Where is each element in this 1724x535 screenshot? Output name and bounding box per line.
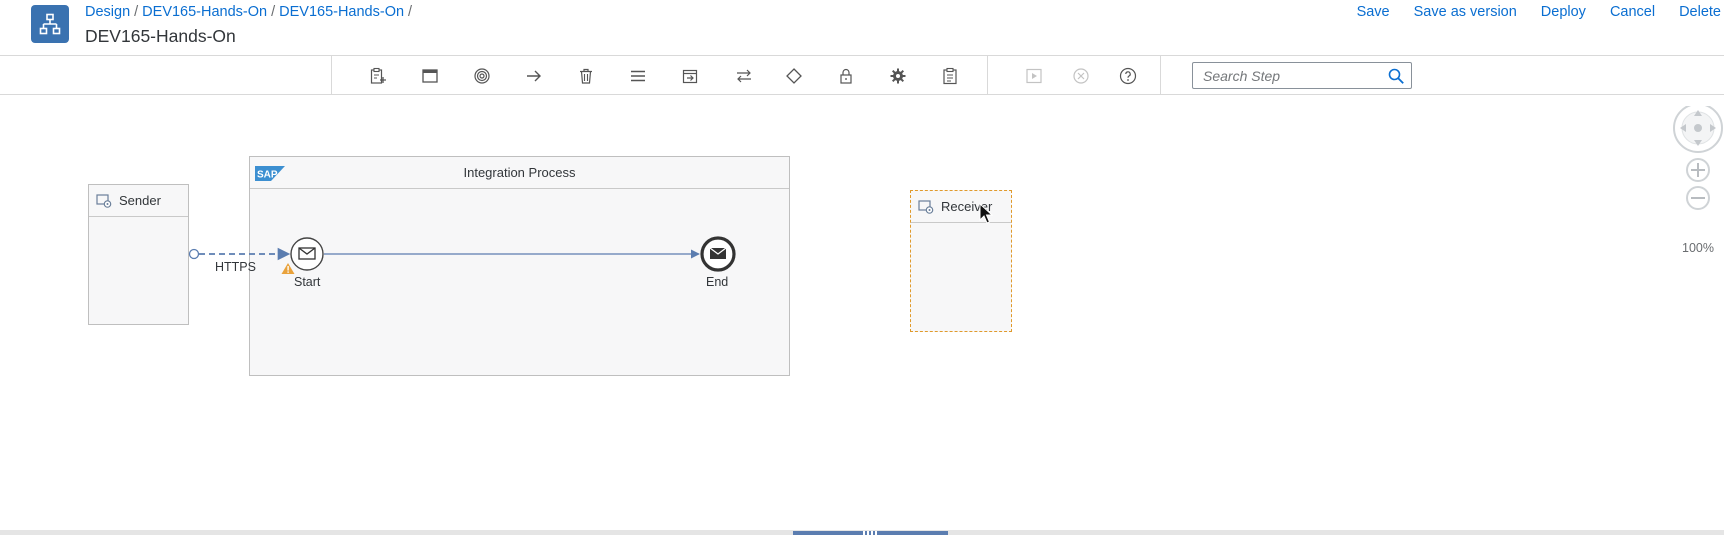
delete-button[interactable]: Delete <box>1679 4 1721 20</box>
palette-toolbar <box>0 56 1724 95</box>
search-step-field <box>1192 62 1412 89</box>
lock-icon[interactable] <box>835 65 857 87</box>
play-icon[interactable] <box>1023 65 1045 87</box>
end-event[interactable] <box>700 236 736 272</box>
https-label: HTTPS <box>215 260 256 274</box>
mouse-cursor-icon <box>979 202 994 224</box>
swap-icon[interactable] <box>733 65 755 87</box>
breadcrumb: Design / DEV165-Hands-On / DEV165-Hands-On / <box>85 4 416 20</box>
clipboard-icon[interactable] <box>939 65 961 87</box>
breadcrumb-link-package[interactable]: DEV165-Hands-On <box>142 4 267 20</box>
save-as-version-button[interactable]: Save as version <box>1414 4 1517 20</box>
breadcrumb-link-design[interactable]: Design <box>85 4 130 20</box>
page-header: Design / DEV165-Hands-On / DEV165-Hands-On / … <box>0 0 1724 56</box>
stop-icon[interactable] <box>1070 65 1092 87</box>
trash-icon[interactable] <box>575 65 597 87</box>
cancel-button[interactable]: Cancel <box>1610 4 1655 20</box>
help-icon[interactable] <box>1117 65 1139 87</box>
target-icon[interactable] <box>471 65 493 87</box>
zoom-in-icon[interactable] <box>1686 158 1710 182</box>
arrow-right-icon[interactable] <box>523 65 545 87</box>
model-canvas[interactable]: Sender SAP Integration Process Receiver <box>0 96 1724 530</box>
warning-icon[interactable] <box>281 263 295 274</box>
toolbar-divider <box>1160 56 1161 95</box>
splitter-grip-icon[interactable] <box>793 531 948 535</box>
header-actions: Save Save as version Deploy Cancel Delet… <box>1333 4 1724 20</box>
add-participant-icon[interactable] <box>367 65 389 87</box>
zoom-out-icon[interactable] <box>1686 186 1710 210</box>
search-step-input[interactable] <box>1193 63 1383 88</box>
envelope-filled-icon <box>709 247 727 259</box>
app-root: Design / DEV165-Hands-On / DEV165-Hands-On / … <box>0 0 1724 535</box>
gear-icon[interactable] <box>887 65 909 87</box>
https-message-flow[interactable] <box>188 247 291 261</box>
breadcrumb-separator: / <box>271 4 276 20</box>
save-button[interactable]: Save <box>1357 4 1390 20</box>
end-event-label: End <box>706 275 729 289</box>
zoom-controls <box>1673 106 1723 210</box>
search-icon[interactable] <box>1387 67 1405 85</box>
breadcrumb-separator: / <box>134 4 139 20</box>
deploy-button[interactable]: Deploy <box>1541 4 1586 20</box>
envelope-icon <box>298 247 316 260</box>
breadcrumb-separator: / <box>408 4 413 20</box>
pan-control[interactable] <box>1673 106 1723 153</box>
diamond-icon[interactable] <box>783 65 805 87</box>
toolbar-divider <box>987 56 988 95</box>
flow-layer <box>188 202 994 274</box>
start-event-label: Start <box>294 275 321 289</box>
page-title: DEV165-Hands-On <box>85 26 236 46</box>
exit-icon[interactable] <box>679 65 701 87</box>
start-event[interactable] <box>290 237 324 271</box>
zoom-level-label: 100% <box>1682 241 1714 255</box>
integration-flow-icon <box>31 5 69 43</box>
breadcrumb-link-artifact[interactable]: DEV165-Hands-On <box>279 4 404 20</box>
toolbar-divider <box>331 56 332 95</box>
window-icon[interactable] <box>419 65 441 87</box>
menu-icon[interactable] <box>627 65 649 87</box>
